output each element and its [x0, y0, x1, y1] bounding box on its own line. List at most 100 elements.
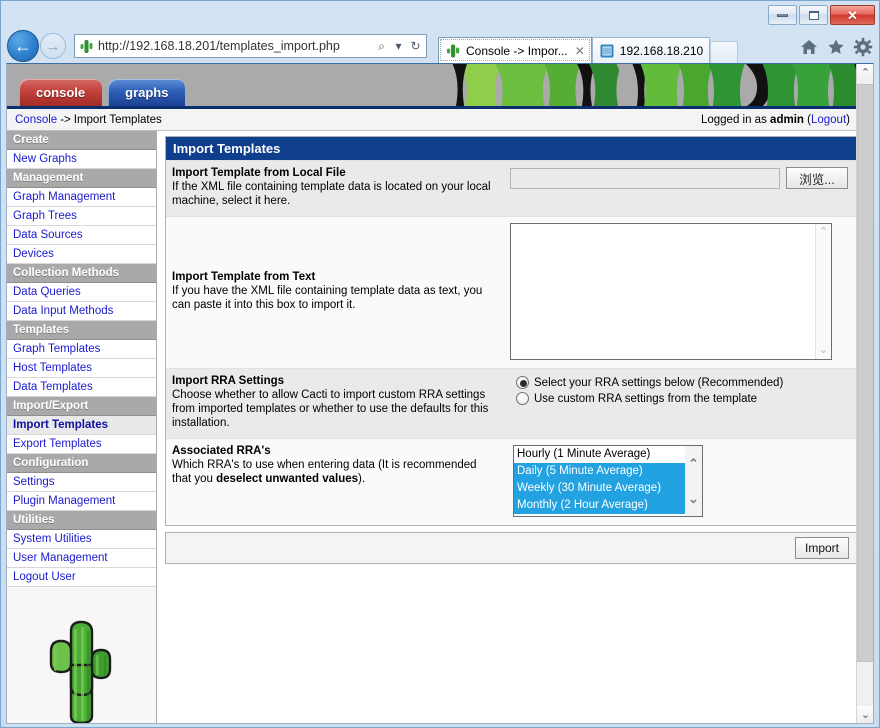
title-bar: ✕ [1, 1, 879, 29]
search-icon[interactable]: ⌕ [373, 39, 390, 54]
submit-bar: Import [165, 532, 857, 564]
scroll-down-icon[interactable]: ⌄ [688, 492, 699, 505]
local-file-desc: If the XML file containing template data… [172, 181, 491, 207]
row-associated-rras: Associated RRA's Which RRA's to use when… [166, 438, 856, 525]
scroll-up-icon[interactable]: ⌃ [688, 457, 699, 470]
sidebar-item-plugin-management[interactable]: Plugin Management [7, 492, 156, 511]
browser-tab-title: 192.168.18.210 [619, 43, 704, 58]
breadcrumb-console-link[interactable]: Console [15, 114, 57, 126]
sidebar-item-data-sources[interactable]: Data Sources [7, 226, 156, 245]
sidebar-item-graph-management[interactable]: Graph Management [7, 188, 156, 207]
sidebar-item-devices[interactable]: Devices [7, 245, 156, 264]
rra-option-custom[interactable]: Use custom RRA settings from the templat… [516, 392, 848, 405]
page-scroll-thumb[interactable] [857, 84, 873, 662]
sidebar-item-export-templates[interactable]: Export Templates [7, 435, 156, 454]
browser-tab-strip: Console -> Impor... ✕ 192.168.18.210 [438, 34, 739, 63]
cacti-tab-bar: console graphs [19, 79, 191, 106]
cactus-banner-image [438, 64, 858, 106]
panel-title: Import Templates [166, 137, 856, 160]
breadcrumb: Console -> Import Templates Logged in as… [7, 109, 858, 131]
sidebar: Create New Graphs Management Graph Manageme… [7, 131, 157, 723]
sidebar-item-graph-trees[interactable]: Graph Trees [7, 207, 156, 226]
logged-in-user: admin [770, 113, 804, 126]
import-templates-panel: Import Templates Import Template from Lo… [165, 136, 857, 526]
home-icon[interactable] [799, 37, 819, 57]
sidebar-item-data-queries[interactable]: Data Queries [7, 283, 156, 302]
sidebar-item-host-templates[interactable]: Host Templates [7, 359, 156, 378]
tab-close-icon[interactable]: ✕ [575, 44, 585, 58]
page-scrollbar[interactable]: ⌃ ⌄ [856, 64, 873, 723]
radio-unselected-icon[interactable] [516, 392, 529, 405]
sidebar-section-header: Configuration [7, 454, 156, 473]
scroll-up-icon[interactable]: ⌃ [819, 227, 828, 238]
address-bar[interactable]: http://192.168.18.201/templates_import.p… [74, 34, 427, 58]
file-path-input[interactable] [510, 167, 780, 189]
rra-scrollbar[interactable]: ⌃ ⌄ [685, 446, 702, 516]
browser-tab-console[interactable]: Console -> Impor... ✕ [438, 37, 592, 63]
sidebar-item-import-templates[interactable]: Import Templates [7, 416, 156, 435]
assoc-desc-after: ). [358, 473, 366, 485]
sidebar-item-settings[interactable]: Settings [7, 473, 156, 492]
forward-arrow-icon: → [45, 37, 61, 55]
rra-option[interactable]: Hourly (1 Minute Average) [514, 446, 702, 463]
sidebar-item-data-input-methods[interactable]: Data Input Methods [7, 302, 156, 321]
sidebar-section-header: Import/Export [7, 397, 156, 416]
logout-link[interactable]: Logout [811, 114, 846, 126]
from-text-desc: If you have the XML file containing temp… [172, 285, 483, 311]
back-button[interactable]: ← [7, 30, 39, 62]
session-info: Logged in as admin (Logout) [701, 114, 850, 126]
sidebar-item-user-management[interactable]: User Management [7, 549, 156, 568]
sidebar-section-header: Create [7, 131, 156, 150]
row-import-rra-settings: Import RRA Settings Choose whether to al… [166, 368, 856, 438]
sidebar-section-header: Collection Methods [7, 264, 156, 283]
page-scroll-up-button[interactable]: ⌃ [857, 64, 873, 81]
maximize-icon [808, 10, 819, 20]
sidebar-menu: Create New Graphs Management Graph Manageme… [7, 131, 156, 587]
sidebar-item-new-graphs[interactable]: New Graphs [7, 150, 156, 169]
rra-option-recommended[interactable]: Select your RRA settings below (Recommen… [516, 376, 848, 389]
browser-tab-192-168-18-210[interactable]: 192.168.18.210 [591, 37, 711, 63]
rra-option[interactable]: Weekly (30 Minute Average) [514, 480, 702, 497]
favorites-icon[interactable] [826, 37, 846, 57]
new-tab-button[interactable] [710, 41, 739, 63]
import-textarea-wrapper: ⌃ ⌄ [510, 223, 832, 360]
sidebar-item-graph-templates[interactable]: Graph Templates [7, 340, 156, 359]
rra-option[interactable]: Monthly (2 Hour Average) [514, 497, 702, 514]
sidebar-section-header: Templates [7, 321, 156, 340]
browser-window: ✕ ← → http://192.168.18.201/templates_im… [0, 0, 880, 728]
rra-settings-title: Import RRA Settings [172, 375, 285, 387]
cacti-banner: console graphs [7, 64, 858, 106]
sidebar-item-system-utilities[interactable]: System Utilities [7, 530, 156, 549]
row-import-local-file: Import Template from Local File If the X… [166, 160, 856, 216]
associated-rras-wrapper: Hourly (1 Minute Average) Daily (5 Minute… [513, 445, 703, 517]
row-import-from-text: Import Template from Text If you have th… [166, 216, 856, 368]
page-body: Create New Graphs Management Graph Manageme… [7, 131, 858, 723]
page-scroll-down-button[interactable]: ⌄ [857, 706, 873, 723]
maximize-button[interactable] [799, 5, 828, 25]
minimize-button[interactable] [768, 5, 797, 25]
associated-rras-desc: Which RRA's to use when entering data (I… [172, 458, 498, 486]
browse-button[interactable]: 浏览... [786, 167, 848, 189]
associated-rras-listbox[interactable]: Hourly (1 Minute Average) Daily (5 Minute… [513, 445, 703, 517]
back-arrow-icon: ← [14, 36, 32, 56]
import-textarea[interactable] [510, 223, 832, 360]
tab-console[interactable]: console [19, 79, 103, 106]
rra-option[interactable]: Daily (5 Minute Average) [514, 463, 702, 480]
textarea-scrollbar[interactable]: ⌃ ⌄ [815, 224, 831, 359]
forward-button[interactable]: → [40, 33, 66, 59]
sidebar-item-logout-user[interactable]: Logout User [7, 568, 156, 587]
close-button[interactable]: ✕ [830, 5, 875, 25]
import-button[interactable]: Import [794, 537, 849, 559]
sidebar-section-header: Utilities [7, 511, 156, 530]
chevron-down-icon[interactable]: ▾ [390, 39, 407, 53]
radio-selected-icon[interactable] [516, 376, 529, 389]
scroll-down-icon[interactable]: ⌄ [819, 345, 828, 356]
assoc-desc-bold: deselect unwanted values [216, 473, 359, 485]
breadcrumb-separator: -> [60, 113, 71, 126]
refresh-icon[interactable]: ↻ [407, 39, 424, 53]
sidebar-item-data-templates[interactable]: Data Templates [7, 378, 156, 397]
close-icon: ✕ [847, 7, 858, 23]
gear-icon[interactable] [853, 37, 873, 57]
tab-graphs[interactable]: graphs [108, 79, 186, 106]
logged-in-prefix: Logged in as [700, 113, 767, 126]
